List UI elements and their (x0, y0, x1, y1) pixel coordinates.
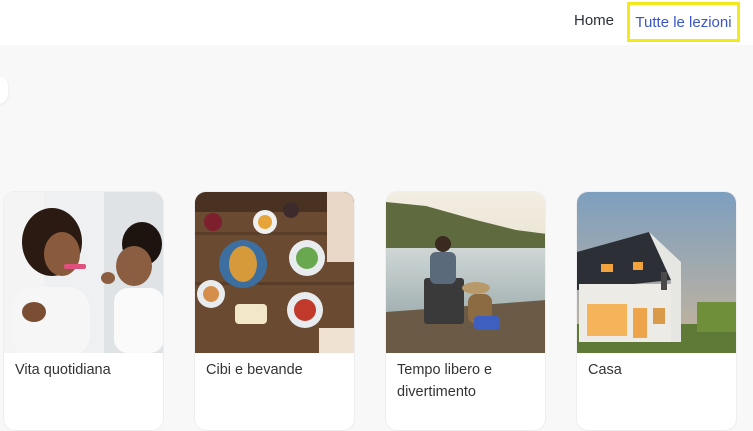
category-card-daily-life[interactable]: Vita quotidiana (3, 191, 164, 431)
nav-link-home[interactable]: Home (574, 12, 614, 29)
leisure-photo (386, 192, 545, 353)
category-card-food-drinks[interactable]: Cibi e bevande (194, 191, 355, 431)
category-title: Casa (588, 362, 622, 378)
category-title: Tempo libero e divertimento (397, 362, 493, 400)
category-card-leisure[interactable]: Tempo libero e divertimento (385, 191, 546, 431)
carousel-scroll-handle[interactable] (0, 76, 8, 104)
nav-link-all-lessons[interactable]: Tutte le lezioni (627, 2, 740, 42)
category-card-home[interactable]: Casa (576, 191, 737, 431)
food-drinks-photo (195, 192, 354, 353)
category-title: Vita quotidiana (15, 362, 111, 378)
daily-life-photo (4, 192, 163, 353)
category-title: Cibi e bevande (206, 362, 303, 378)
top-navigation-bar: Home Tutte le lezioni (0, 0, 753, 45)
home-photo (577, 192, 736, 353)
